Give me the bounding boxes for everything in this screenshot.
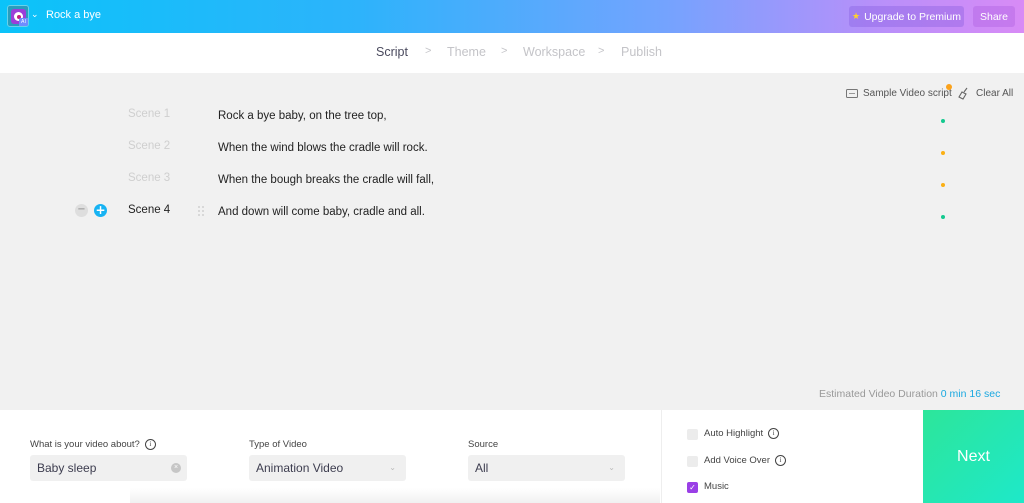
clear-all-button[interactable]: Clear All	[976, 88, 1013, 99]
scene-text[interactable]: Rock a bye baby, on the tree top,	[218, 110, 387, 122]
logo-badge: AI	[19, 18, 28, 26]
next-button[interactable]: Next	[923, 410, 1024, 503]
scene-row[interactable]: Scene 2 When the wind blows the cradle w…	[0, 140, 1024, 164]
auto-highlight-checkbox[interactable]	[687, 429, 698, 440]
info-icon[interactable]: i	[768, 428, 780, 439]
scene-label: Scene 3	[128, 172, 171, 184]
chevron-down-icon: ⌄	[389, 463, 396, 472]
source-label: Source	[468, 439, 499, 450]
shadow	[130, 488, 660, 503]
star-icon: ★	[852, 11, 861, 21]
type-value: Animation Video	[256, 461, 344, 475]
add-scene-button[interactable]: +	[94, 204, 107, 217]
chevron-right-icon: >	[501, 45, 508, 57]
top-bar: AI ⌄ Rock a bye ★ Upgrade to Premium Sha…	[0, 0, 1024, 33]
duration-label: Estimated Video Duration	[819, 388, 938, 400]
drag-handle-icon[interactable]	[198, 206, 204, 216]
duration-value: 0 min 16 sec	[940, 388, 1001, 400]
step-navigation: Script > Theme > Workspace > Publish	[0, 33, 1024, 73]
divider	[661, 410, 662, 503]
chevron-down-icon[interactable]: ⌄	[31, 10, 39, 20]
scene-label: Scene 2	[128, 140, 171, 152]
video-about-input[interactable]: Baby sleep ×	[30, 455, 187, 481]
scene-text[interactable]: And down will come baby, cradle and all.	[218, 206, 425, 218]
script-icon[interactable]	[846, 89, 858, 98]
source-value: All	[475, 461, 489, 475]
remove-scene-button[interactable]: −	[75, 204, 88, 217]
step-publish[interactable]: Publish	[621, 45, 662, 59]
scene-label: Scene 4	[128, 204, 171, 216]
scene-status-dot	[941, 119, 945, 123]
type-label: Type of Video	[249, 439, 307, 450]
chevron-down-icon: ⌄	[608, 463, 615, 472]
voice-over-label: Add Voice Over i	[704, 455, 787, 466]
chevron-right-icon: >	[598, 45, 605, 57]
scene-text[interactable]: When the wind blows the cradle will rock…	[218, 142, 428, 154]
scene-status-dot	[941, 215, 945, 219]
scene-row[interactable]: Scene 3 When the bough breaks the cradle…	[0, 172, 1024, 196]
video-type-select[interactable]: Animation Video ⌄	[249, 455, 406, 481]
clear-input-icon[interactable]: ×	[171, 463, 181, 473]
scene-status-dot	[941, 183, 945, 187]
upgrade-label: Upgrade to Premium	[864, 10, 961, 23]
share-button[interactable]: Share	[973, 6, 1015, 27]
upgrade-button[interactable]: ★ Upgrade to Premium	[849, 6, 964, 27]
about-label: What is your video about? i	[30, 439, 156, 450]
project-title[interactable]: Rock a bye	[46, 9, 101, 21]
app-logo[interactable]: AI	[7, 5, 29, 27]
scene-status-dot	[941, 151, 945, 155]
chevron-right-icon: >	[425, 45, 432, 57]
scene-row[interactable]: − + Scene 4 And down will come baby, cra…	[0, 204, 1024, 228]
bottom-panel: What is your video about? i Baby sleep × …	[0, 410, 1024, 503]
scene-row[interactable]: Scene 1 Rock a bye baby, on the tree top…	[0, 108, 1024, 132]
sample-video-script-button[interactable]: Sample Video script	[863, 88, 952, 99]
estimated-duration: Estimated Video Duration 0 min 16 sec	[819, 388, 1000, 400]
scene-label: Scene 1	[128, 108, 171, 120]
broom-icon[interactable]	[958, 87, 970, 100]
source-select[interactable]: All ⌄	[468, 455, 625, 481]
info-icon[interactable]: i	[775, 455, 787, 466]
music-label: Music	[704, 481, 729, 492]
about-label-text: What is your video about?	[30, 439, 140, 451]
music-checkbox[interactable]: ✓	[687, 482, 698, 493]
auto-highlight-label: Auto Highlight i	[704, 428, 780, 439]
step-theme[interactable]: Theme	[447, 45, 486, 59]
scene-text[interactable]: When the bough breaks the cradle will fa…	[218, 174, 434, 186]
step-workspace[interactable]: Workspace	[523, 45, 585, 59]
step-script[interactable]: Script	[376, 45, 408, 59]
about-value: Baby sleep	[37, 461, 97, 475]
info-icon[interactable]: i	[144, 439, 156, 450]
notification-dot	[946, 84, 952, 90]
voice-over-checkbox[interactable]	[687, 456, 698, 467]
